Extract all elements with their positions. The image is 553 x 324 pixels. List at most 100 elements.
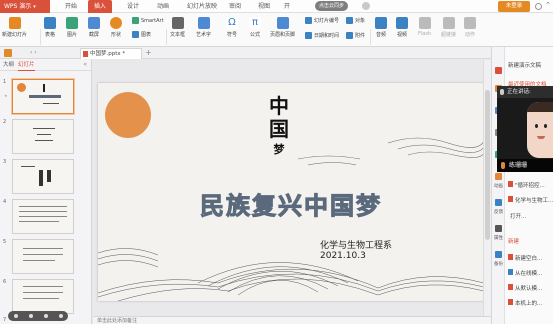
recent-item[interactable]: 化学与生物工... [515,196,553,204]
login-button[interactable]: 未登录 [498,1,530,12]
sun-shape [17,83,26,92]
menu-tab-home[interactable]: 开始 [60,0,82,13]
menu-tab-design[interactable]: 设计 [122,0,144,13]
video-icon [396,17,408,29]
flash-label: Flash [418,31,432,37]
menu-tab-animation[interactable]: 动画 [152,0,174,13]
video-label: 视频 [396,32,407,38]
speaker-name: 练珊珊 [509,162,528,169]
animation-label: 动画 [494,184,503,189]
audio-button[interactable]: 音频 [375,17,387,38]
backup-icon[interactable] [495,251,502,258]
formula-button[interactable]: π 公式 [249,17,261,38]
header-footer-label: 页眉和页脚 [270,32,296,38]
speaking-label: 正在讲话: [507,89,531,95]
text-line [19,206,67,207]
star-icon: ★ [4,93,8,98]
hyperlink-button[interactable]: 超链接 [441,17,456,38]
menu-tab-slideshow[interactable]: 幻灯片放映 [183,0,221,13]
cloud-lines [297,137,484,166]
textbox-label: 文本框 [170,32,186,38]
formula-label: 公式 [249,32,260,38]
new-doc-icon[interactable] [495,67,502,74]
header-footer-button[interactable]: 页眉和页脚 [270,17,295,38]
wordart-button[interactable]: 艺术字 [196,17,211,38]
object-button[interactable]: 对象 [346,17,365,24]
text-line [47,170,51,182]
open-link[interactable]: 打开... [510,212,526,220]
picture-button[interactable]: 图片 [66,17,78,38]
action-button[interactable]: 动作 [464,17,476,38]
tab-slides[interactable]: 幻灯片 [18,59,35,71]
tab-nav-arrows[interactable]: ‹ › [30,47,37,59]
slide-number: 6 [3,279,7,285]
slide-thumbnail-1[interactable] [12,79,74,114]
properties-icon[interactable] [495,225,502,232]
action-icon [464,17,476,29]
flash-button[interactable]: Flash [418,17,431,37]
menu-tab-developer[interactable]: 开发工具 [282,0,292,13]
document-tab-label: 中国梦.pptx * [90,51,126,57]
date-time-button[interactable]: 日期和时间 [305,32,339,39]
menu-tab-view[interactable]: 视图 [254,0,274,13]
wordart-icon [197,17,210,29]
new-local-item[interactable]: 本机上的... [515,299,542,307]
slide-thumbnail-4[interactable] [12,199,74,234]
link-icon [442,17,455,29]
smartart-button[interactable]: SmartArt [132,17,164,24]
new-default-item[interactable]: 从默认模... [515,284,542,292]
menu-tab-review[interactable]: 审阅 [225,0,245,13]
new-heading: 新建 [508,239,520,245]
skin-icon[interactable] [362,2,370,10]
title-char: 梦 [273,143,285,156]
scroll-thumb[interactable] [485,90,490,240]
new-online-item[interactable]: 从在线模... [515,269,542,277]
feedback-label: 反馈 [494,210,503,215]
document-tab[interactable]: 中国梦.pptx * [80,48,142,59]
microphone-icon [501,162,505,169]
divider [40,29,41,45]
slide-number: 4 [3,199,7,205]
tab-outline[interactable]: 大纲 [3,59,14,71]
help-icon[interactable] [535,3,542,10]
attachment-button[interactable]: 附件 [346,32,365,39]
cloud-sync-chip[interactable]: 点击云同步 [315,1,349,11]
chart-button[interactable]: 图表 [132,31,151,38]
wave-lines [98,248,484,301]
slide-number-button[interactable]: 幻灯片编号 [305,17,339,24]
slide-1[interactable]: 中 国 梦 民族复兴中国梦 化学与生物工程系 2021.10.3 [98,83,484,301]
recent-item[interactable]: "循环招控... [515,181,545,189]
new-slide-button[interactable]: 新建幻灯片 [2,17,27,38]
slide-thumbnail-2[interactable] [12,119,74,154]
video-call-window[interactable]: 正在讲话: 练珊珊 [497,86,553,172]
menu-tab-insert[interactable]: 插入 [88,0,112,13]
editor-canvas: 中 国 梦 民族复兴中国梦 化学与生物工程系 2021.10.3 [93,59,493,318]
shape-button[interactable]: 形状 [110,17,122,38]
notes-input[interactable]: 单击此处添加备注 [93,316,491,324]
feedback-icon[interactable] [495,199,502,206]
eye [544,124,547,128]
slide-thumbnail-3[interactable] [12,159,74,194]
textbox-button[interactable]: 文本框 [170,17,185,38]
collapse-panel-icon[interactable]: « [83,59,87,71]
screenshot-label: 截屏 [88,32,99,38]
home-icon[interactable] [4,49,12,57]
chart-icon [132,31,139,38]
app-menu-button[interactable]: WPS 演示 ▾ [0,0,50,13]
slide-thumbnail-6[interactable] [12,279,74,314]
screenshot-button[interactable]: 截屏 [88,17,100,38]
vertical-scrollbar[interactable] [483,60,491,316]
slide-date: 2021.10.3 [320,251,366,261]
slide-thumbnail-5[interactable] [12,239,74,274]
new-tab-button[interactable]: + [145,47,152,59]
title-icons [362,2,370,11]
table-button[interactable]: 表格 [44,17,56,38]
animation-icon[interactable] [495,173,502,180]
video-button[interactable]: 视频 [396,17,408,38]
symbol-button[interactable]: Ω 符号 [226,17,238,38]
audio-label: 音频 [375,32,386,38]
more-icon[interactable]: ⌃ [545,1,551,9]
meeting-controls[interactable] [8,311,68,321]
new-blank-item[interactable]: 新建空白... [515,254,542,262]
speaker-name-bar: 练珊珊 [497,159,553,172]
